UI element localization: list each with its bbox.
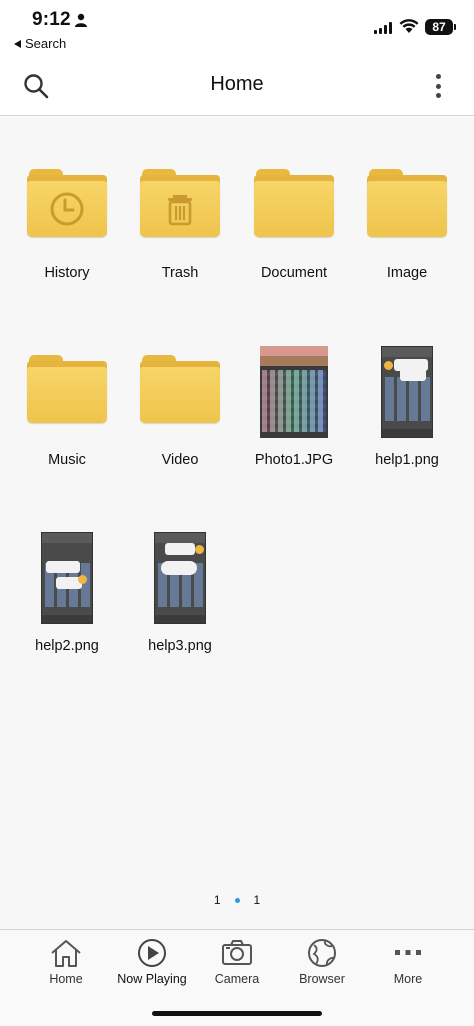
status-bar: 9:12 Search 87	[0, 0, 474, 56]
tab-label: Now Playing	[117, 972, 187, 986]
screenshot-thumbnail	[381, 346, 433, 438]
back-to-app-link[interactable]: Search	[14, 36, 66, 51]
back-triangle-icon	[14, 39, 21, 48]
screenshot-thumbnail	[41, 532, 93, 624]
file-help3[interactable]: help3.png	[123, 532, 237, 654]
tab-browser[interactable]: Browser	[277, 936, 367, 986]
home-icon	[51, 940, 81, 967]
item-label: Document	[260, 265, 328, 281]
tab-more[interactable]: More	[363, 936, 453, 986]
item-label: Photo1.JPG	[254, 452, 334, 468]
tab-camera[interactable]: Camera	[192, 936, 282, 986]
page-number-left: 1	[213, 893, 221, 907]
item-label: Trash	[161, 265, 199, 281]
file-grid: History Trash Document Image Music Video…	[0, 117, 474, 929]
folder-document[interactable]: Document	[237, 169, 351, 281]
folder-image[interactable]: Image	[350, 169, 464, 281]
wifi-icon	[399, 19, 419, 33]
tab-label: More	[393, 972, 423, 986]
globe-icon	[308, 939, 336, 967]
item-label: help1.png	[375, 452, 439, 468]
tab-home[interactable]: Home	[21, 936, 111, 986]
cellular-signal-icon	[374, 22, 392, 34]
folder-icon	[140, 169, 220, 237]
folder-icon	[254, 169, 334, 237]
item-label: help3.png	[148, 638, 212, 654]
page-number-right: 1	[253, 893, 261, 907]
folder-history[interactable]: History	[10, 169, 124, 281]
folder-icon	[140, 355, 220, 423]
folder-icon	[27, 169, 107, 237]
more-horizontal-icon	[395, 950, 421, 955]
folder-video[interactable]: Video	[123, 355, 237, 468]
file-help1[interactable]: help1.png	[350, 346, 464, 468]
person-icon	[75, 13, 87, 27]
play-circle-icon	[138, 939, 166, 967]
item-label: History	[44, 265, 90, 281]
tab-label: Browser	[299, 972, 345, 986]
page-indicator: 1 1	[0, 893, 474, 907]
status-time: 9:12	[32, 9, 71, 30]
trash-icon	[168, 195, 192, 226]
file-photo1[interactable]: Photo1.JPG	[237, 346, 351, 468]
folder-music[interactable]: Music	[10, 355, 124, 468]
item-label: help2.png	[35, 638, 99, 654]
photo-thumbnail	[260, 346, 328, 438]
clock-icon	[50, 192, 84, 226]
folder-trash[interactable]: Trash	[123, 169, 237, 281]
more-vertical-icon[interactable]	[428, 72, 448, 100]
battery-indicator: 87	[425, 19, 453, 35]
battery-nub	[454, 24, 456, 30]
screenshot-thumbnail	[154, 532, 206, 624]
tab-label: Camera	[214, 972, 260, 986]
tab-label: Home	[49, 972, 83, 986]
tab-now-playing[interactable]: Now Playing	[107, 936, 197, 986]
folder-icon	[367, 169, 447, 237]
item-label: Image	[386, 265, 428, 281]
page-dot	[234, 897, 240, 903]
back-app-label: Search	[25, 36, 67, 51]
home-indicator	[152, 1011, 322, 1016]
camera-icon	[222, 940, 252, 965]
file-help2[interactable]: help2.png	[10, 532, 124, 654]
navigation-bar: Home	[0, 56, 474, 116]
page-title: Home	[210, 73, 264, 95]
item-label: Video	[161, 452, 199, 468]
folder-icon	[27, 355, 107, 423]
item-label: Music	[48, 452, 86, 468]
